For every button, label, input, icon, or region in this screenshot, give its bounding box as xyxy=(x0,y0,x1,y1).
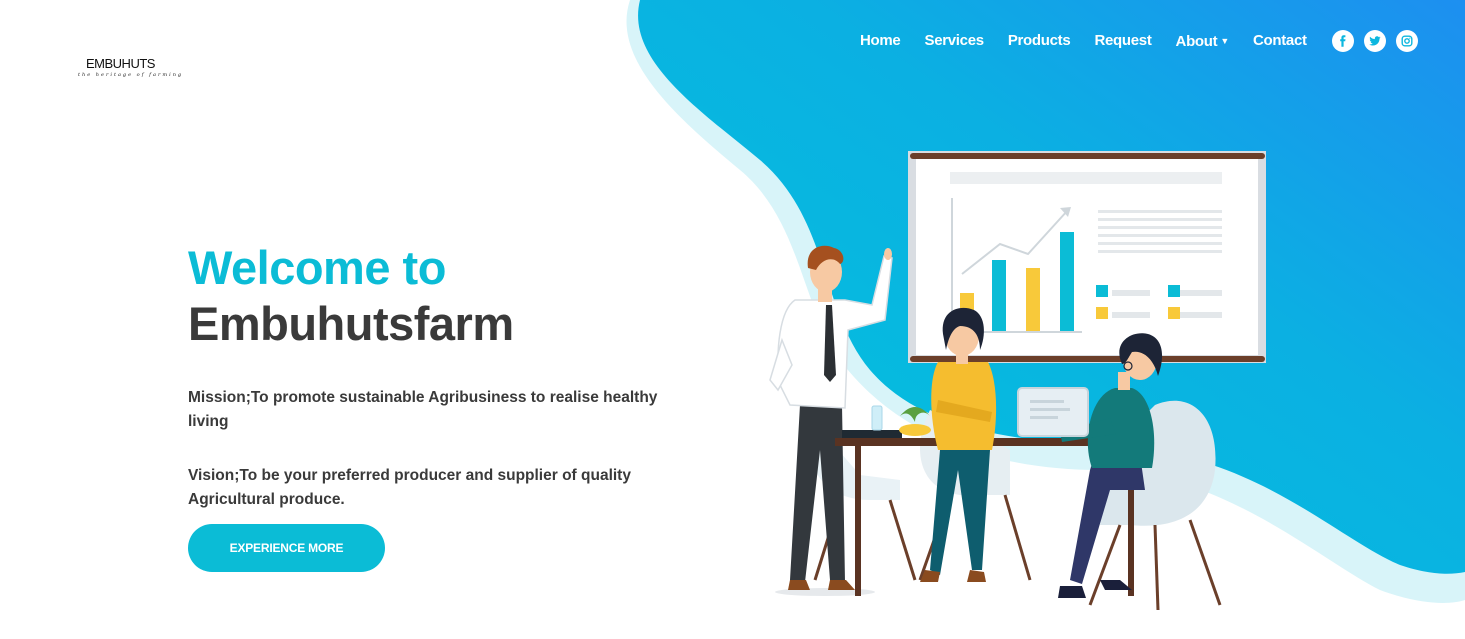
instagram-icon[interactable] xyxy=(1395,30,1418,52)
nav-item-about-label: About xyxy=(1175,33,1218,50)
nav-item-products[interactable]: Products xyxy=(1008,30,1071,52)
vision-statement: Vision;To be your preferred producer and… xyxy=(188,467,631,508)
team-meeting-illustration xyxy=(769,151,1266,610)
nav-item-request[interactable]: Request xyxy=(1094,30,1151,52)
facebook-icon[interactable] xyxy=(1331,30,1354,52)
nav-item-services[interactable]: Services xyxy=(924,30,984,52)
logo-tagline: the heritage of farming xyxy=(78,72,184,78)
hero-text-block: Welcome to Embuhutsfarm Mission;To promo… xyxy=(188,240,688,512)
hero-welcome-heading: Welcome to xyxy=(188,241,446,294)
seated-man-laptop xyxy=(1017,333,1163,598)
social-links xyxy=(1331,30,1428,52)
hero-brand-heading: Embuhutsfarm xyxy=(188,297,514,350)
nav-item-home[interactable]: Home xyxy=(860,30,901,52)
site-logo[interactable]: EMBUHUTS the heritage of farming xyxy=(78,56,184,78)
experience-more-button[interactable]: EXPERIENCE MORE xyxy=(188,524,385,572)
logo-title: EMBUHUTS xyxy=(86,56,155,71)
nav-item-contact[interactable]: Contact xyxy=(1253,30,1307,52)
nav-item-about[interactable]: About ▼ xyxy=(1175,30,1230,52)
caret-down-icon: ▼ xyxy=(1220,36,1229,46)
main-nav: Home Services Products Request About ▼ Co… xyxy=(848,30,1428,52)
twitter-icon[interactable] xyxy=(1363,30,1386,52)
mission-statement: Mission;To promote sustainable Agribusin… xyxy=(188,389,658,430)
